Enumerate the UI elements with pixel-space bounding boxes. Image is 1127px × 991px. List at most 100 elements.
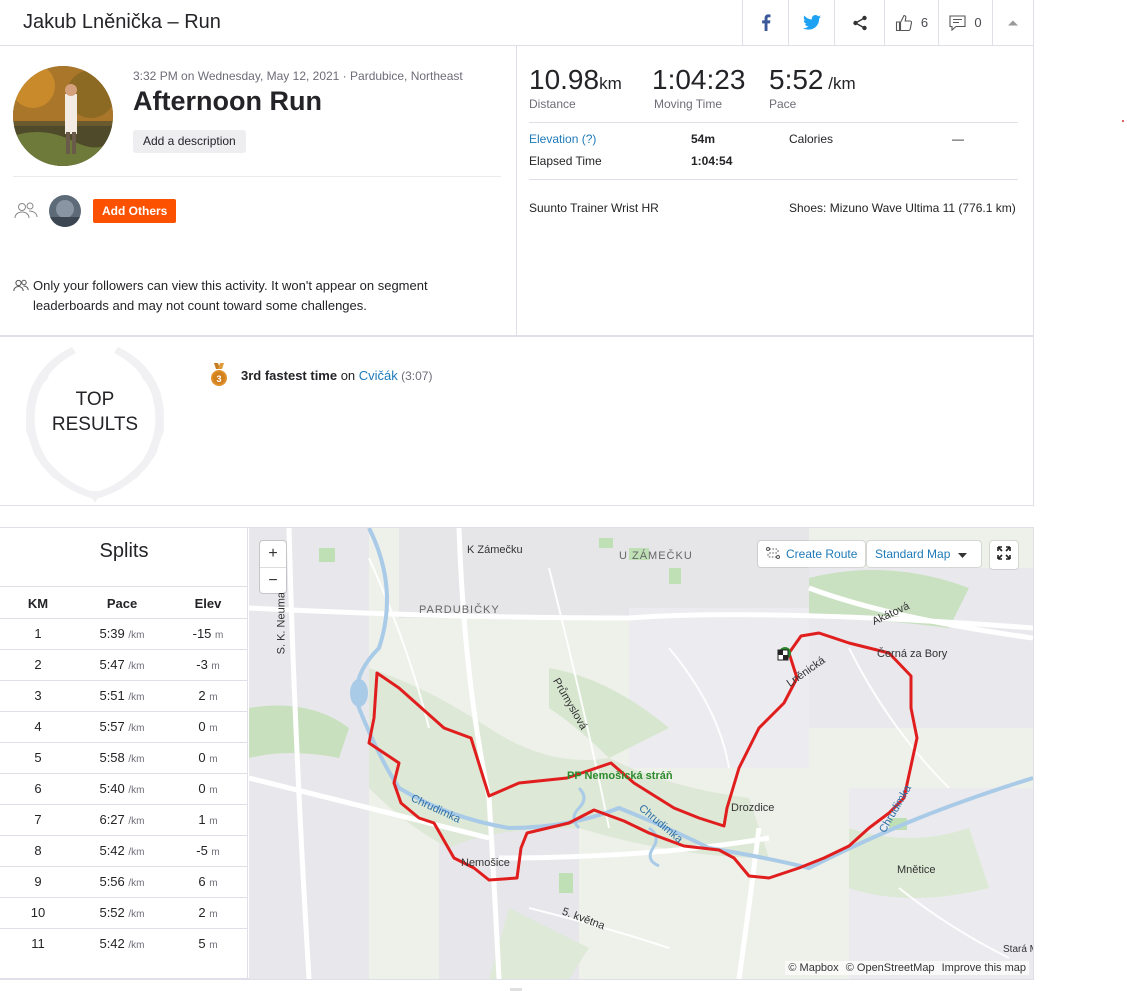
split-row: 4 5:57 /km 0 m bbox=[0, 710, 248, 742]
split-row: 5 5:58 /km 0 m bbox=[0, 741, 248, 773]
splits-title: Splits bbox=[99, 540, 149, 562]
split-elev-value: 0 bbox=[198, 781, 206, 796]
top-results-line2: RESULTS bbox=[51, 414, 139, 435]
stray-dot bbox=[1122, 120, 1124, 122]
split-elev-value: 5 bbox=[198, 936, 206, 952]
split-pace-unit: /km bbox=[128, 754, 145, 765]
share-button[interactable] bbox=[834, 0, 884, 45]
zoom-in-button[interactable]: + bbox=[260, 541, 286, 567]
split-pace-value: 5:40 bbox=[99, 781, 125, 796]
split-pace-value: 5:56 bbox=[99, 874, 125, 889]
stat-moving-time: 1:04:23 Moving Time bbox=[652, 64, 745, 111]
shoes-info[interactable]: Shoes: Mizuno Wave Ultima 11 (776.1 km) bbox=[789, 201, 1016, 215]
split-elev: 2 m bbox=[168, 679, 248, 711]
bronze-medal-icon: 3 bbox=[209, 363, 229, 392]
kudos-button[interactable]: 6 bbox=[884, 0, 938, 45]
split-elev-value: -15 bbox=[192, 626, 212, 641]
split-km: 3 bbox=[0, 679, 76, 711]
split-pace: 5:58 /km bbox=[76, 741, 168, 773]
privacy-note: Only your followers can view this activi… bbox=[13, 276, 493, 316]
split-pace: 5:47 /km bbox=[76, 648, 168, 680]
split-pace-unit: /km bbox=[128, 661, 145, 672]
split-row: 7 6:27 /km 1 m bbox=[0, 803, 248, 835]
create-route-button[interactable]: Create Route bbox=[758, 541, 866, 567]
followers-icon bbox=[13, 278, 29, 298]
elevation-label[interactable]: Elevation (?) bbox=[529, 132, 596, 146]
split-pace-unit: /km bbox=[128, 692, 145, 703]
splits-map-section: Splits KM Pace Elev 1 5:39 /km -15 m 2 5:47 … bbox=[0, 527, 1034, 979]
stat-pace: 5:52 /km Pace bbox=[769, 64, 856, 111]
split-row: 1 5:39 /km -15 m bbox=[0, 617, 248, 649]
split-pace-value: 6:27 bbox=[99, 812, 125, 827]
twitter-share-button[interactable] bbox=[788, 0, 834, 45]
athlete-avatar[interactable] bbox=[13, 66, 113, 166]
route-icon bbox=[766, 546, 780, 562]
split-km: 5 bbox=[0, 741, 76, 773]
distance-unit: km bbox=[599, 74, 622, 93]
split-km: 1 bbox=[0, 617, 76, 649]
split-elev: -3 m bbox=[168, 648, 248, 680]
comments-button[interactable]: 0 bbox=[938, 0, 992, 45]
elapsed-time-label: Elapsed Time bbox=[529, 154, 602, 168]
thumbs-up-icon bbox=[895, 14, 913, 32]
zoom-out-button[interactable]: − bbox=[260, 567, 286, 593]
improve-map-link[interactable]: Improve this map bbox=[942, 962, 1026, 974]
split-pace-unit: /km bbox=[128, 785, 145, 796]
map-label: Nemošice bbox=[461, 857, 510, 869]
moving-time-label: Moving Time bbox=[654, 97, 723, 111]
split-pace-value: 5:57 bbox=[99, 719, 125, 734]
map-label: Drozdice bbox=[731, 802, 775, 814]
split-pace-value: 5:52 bbox=[99, 905, 125, 920]
split-elev-value: 0 bbox=[198, 750, 206, 765]
segment-time: (3:07) bbox=[397, 369, 433, 383]
facebook-icon bbox=[761, 14, 771, 31]
split-pace-value: 5:58 bbox=[99, 750, 125, 765]
map-label: PARDUBIČKY bbox=[419, 604, 500, 616]
split-elev: 2 m bbox=[168, 896, 248, 928]
add-description-button[interactable]: Add a description bbox=[133, 130, 246, 153]
split-km: 8 bbox=[0, 834, 76, 866]
split-km: 6 bbox=[0, 772, 76, 804]
activity-title: Afternoon Run bbox=[133, 86, 322, 116]
split-pace-value: 5:51 bbox=[99, 688, 125, 703]
fullscreen-button[interactable] bbox=[990, 541, 1018, 569]
split-row: 11 5:42 /km 5 m bbox=[0, 927, 248, 959]
split-row: 9 5:56 /km 6 m bbox=[0, 865, 248, 897]
route-map[interactable]: K Zámečku U ZÁMEČKU PARDUBIČKY S. K. Neu… bbox=[249, 528, 1033, 979]
participant-avatar[interactable] bbox=[49, 195, 81, 227]
split-row: 3 5:51 /km 2 m bbox=[0, 679, 248, 711]
split-km: 7 bbox=[0, 803, 76, 835]
osm-link[interactable]: © OpenStreetMap bbox=[846, 962, 935, 974]
split-elev-unit: m bbox=[209, 940, 218, 952]
split-elev-unit: m bbox=[209, 754, 218, 765]
segment-link[interactable]: Cvičák bbox=[359, 368, 398, 383]
split-pace-value: 5:47 bbox=[99, 657, 125, 672]
achievement-text: 3rd fastest time bbox=[241, 368, 338, 383]
calories-label: Calories bbox=[789, 132, 834, 146]
map-label: Stará M bbox=[1003, 944, 1033, 955]
map-canvas bbox=[249, 528, 1033, 979]
split-pace-unit: /km bbox=[128, 816, 145, 827]
splits-header-row: KM Pace Elev bbox=[0, 590, 248, 618]
page-title: Jakub Lněnička – Run bbox=[23, 11, 221, 33]
resize-handle[interactable] bbox=[0, 979, 1034, 991]
split-pace: 5:51 /km bbox=[76, 679, 168, 711]
divider bbox=[529, 179, 1018, 180]
map-label: PP Nemošická stráň bbox=[567, 770, 673, 782]
elevation-value: 54m bbox=[691, 132, 716, 146]
group-icon bbox=[14, 202, 38, 225]
split-elev: -15 m bbox=[168, 617, 248, 649]
share-icon bbox=[852, 15, 868, 31]
facebook-share-button[interactable] bbox=[742, 0, 788, 45]
collapse-button[interactable] bbox=[992, 0, 1033, 45]
split-pace: 5:52 /km bbox=[76, 896, 168, 928]
add-others-button[interactable]: Add Others bbox=[93, 199, 177, 223]
split-elev-unit: m bbox=[211, 847, 220, 858]
split-pace: 5:57 /km bbox=[76, 710, 168, 742]
pace-label: Pace bbox=[769, 97, 797, 111]
split-pace: 5:42 /km bbox=[76, 834, 168, 866]
mapbox-link[interactable]: © Mapbox bbox=[788, 962, 838, 974]
map-style-select[interactable]: Standard Map bbox=[867, 541, 981, 567]
map-label: U ZÁMEČKU bbox=[619, 550, 693, 562]
distance-value: 10.98 bbox=[529, 64, 600, 95]
